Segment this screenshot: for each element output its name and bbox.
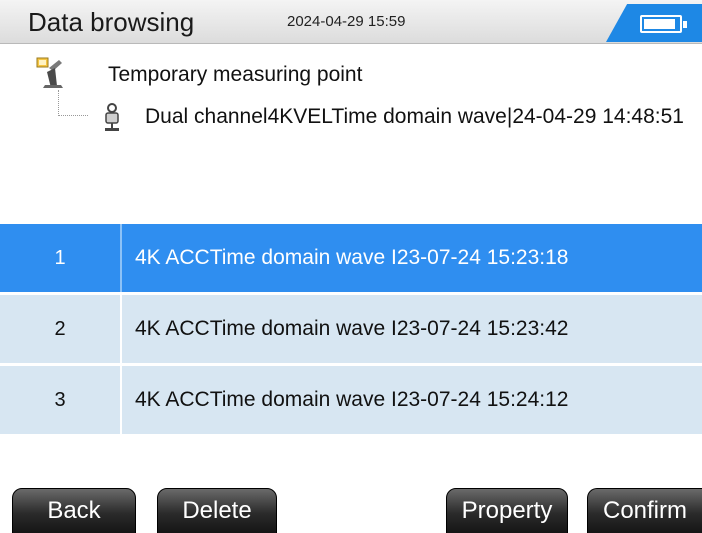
list-item[interactable]: 3 4K ACCTime domain wave I23-07-24 15:24… — [0, 366, 702, 434]
sensor-icon — [105, 103, 119, 131]
list-item-label: 4K ACCTime domain wave I23-07-24 15:24:1… — [135, 388, 569, 411]
list-item-index: 3 — [0, 366, 122, 434]
property-button[interactable]: Property — [446, 488, 568, 533]
list-item[interactable]: 2 4K ACCTime domain wave I23-07-24 15:23… — [0, 295, 702, 363]
tree-child-label[interactable]: Dual channel4KVELTime domain wave|24-04-… — [145, 104, 695, 130]
header-bar: Data browsing 2024-04-29 15:59 — [0, 0, 702, 44]
tree-connector — [58, 90, 88, 116]
file-tree: Temporary measuring point Dual channel4K… — [0, 46, 702, 221]
page-title: Data browsing — [28, 7, 195, 37]
datetime: 2024-04-29 15:59 — [287, 13, 406, 30]
list-item-index: 1 — [0, 224, 122, 292]
tree-root-label[interactable]: Temporary measuring point — [108, 63, 362, 87]
back-button[interactable]: Back — [12, 488, 136, 533]
status-tab — [606, 4, 702, 42]
list-item[interactable]: 1 4K ACCTime domain wave I23-07-24 15:23… — [0, 224, 702, 292]
battery-level — [644, 19, 675, 29]
list-item-label: 4K ACCTime domain wave I23-07-24 15:23:4… — [135, 317, 569, 340]
list-item-index: 2 — [0, 295, 122, 363]
list-item-label: 4K ACCTime domain wave I23-07-24 15:23:1… — [135, 246, 569, 269]
measuring-point-icon — [36, 57, 63, 88]
delete-button[interactable]: Delete — [157, 488, 277, 533]
battery-icon — [640, 15, 687, 33]
confirm-button[interactable]: Confirm — [587, 488, 702, 533]
